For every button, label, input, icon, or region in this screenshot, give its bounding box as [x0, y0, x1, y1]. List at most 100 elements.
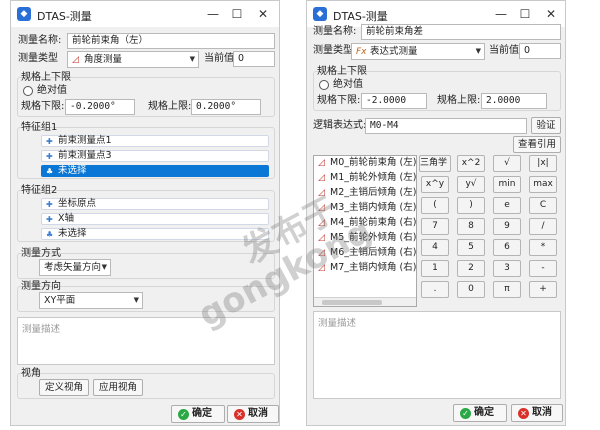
key-3-3[interactable]: /: [529, 218, 557, 235]
feature-group-2-title: 特征组2: [21, 185, 58, 196]
cancel-label: 取消: [248, 408, 268, 419]
measure-item-m2[interactable]: ◿ M2_主销后倾角 (左): [318, 186, 416, 200]
name-label: 测量名称:: [18, 35, 62, 46]
key-6-1[interactable]: 0: [457, 281, 485, 298]
expression-input[interactable]: M0-M4: [365, 118, 527, 134]
name-input[interactable]: 前轮前束角差: [361, 24, 561, 40]
key-0-0[interactable]: 三角学 ▾: [419, 155, 451, 172]
description-textarea[interactable]: 测量描述: [17, 317, 275, 365]
view-references-button[interactable]: 查看引用: [513, 136, 561, 153]
upper-limit-input[interactable]: 2.0000: [481, 93, 547, 109]
key-5-0[interactable]: 1: [421, 260, 449, 277]
feature1-item-2[interactable]: ✚ 前束测量点3: [41, 150, 269, 162]
key-5-3[interactable]: -: [529, 260, 557, 277]
key-0-2[interactable]: √: [493, 155, 521, 172]
measure-item-m0[interactable]: ◿ M0_前轮前束角 (左): [318, 156, 416, 170]
window-title: DTAS-测量: [333, 10, 388, 23]
app-logo-icon: ◆: [17, 7, 31, 21]
upper-limit-label: 规格上限:: [437, 95, 481, 106]
scrollbar-thumb[interactable]: [322, 300, 382, 305]
lower-limit-input[interactable]: -2.0000: [361, 93, 427, 109]
group-icon: ♣: [46, 167, 54, 176]
key-2-2[interactable]: e: [493, 197, 521, 214]
cancel-button[interactable]: ✕ 取消: [227, 405, 279, 423]
key-4-3[interactable]: *: [529, 239, 557, 256]
key-0-1[interactable]: x^2: [457, 155, 485, 172]
direction-select[interactable]: XY平面 ▼: [39, 292, 143, 309]
key-1-0[interactable]: x^y: [421, 176, 449, 193]
key-4-2[interactable]: 6: [493, 239, 521, 256]
type-select[interactable]: ◿ 角度测量 ▼: [67, 51, 199, 68]
feature1-item-1[interactable]: ✚ 前束测量点1: [41, 135, 269, 147]
upper-limit-label: 规格上限:: [148, 101, 192, 112]
feature2-item-2[interactable]: ✚ X轴: [41, 213, 269, 225]
feature1-item-3[interactable]: ♣ 未选择: [41, 165, 269, 177]
feature1-item-1-label: 前束测量点1: [58, 135, 112, 146]
chevron-down-icon: ▼: [101, 263, 107, 271]
key-2-1[interactable]: ): [457, 197, 485, 214]
minimize-button[interactable]: —: [493, 6, 509, 22]
name-input[interactable]: 前轮前束角（左）: [67, 33, 275, 49]
measure-dialog-expression: ◆ DTAS-测量 — ☐ ✕ 测量名称: 前轮前束角差 测量类型 Fx 表达式测…: [306, 0, 566, 426]
type-select[interactable]: Fx 表达式测量 ▼: [351, 43, 485, 60]
check-icon: ✓: [460, 408, 471, 419]
type-select-value: 角度测量: [84, 54, 123, 65]
key-6-0[interactable]: .: [421, 281, 449, 298]
key-4-0[interactable]: 4: [421, 239, 449, 256]
feature1-item-3-label: 未选择: [58, 165, 87, 176]
cancel-button[interactable]: ✕ 取消: [511, 404, 563, 422]
chevron-down-icon: ▼: [475, 47, 481, 55]
close-button[interactable]: ✕: [255, 6, 271, 22]
ok-label: 确定: [192, 408, 212, 419]
key-3-1[interactable]: 8: [457, 218, 485, 235]
key-6-3[interactable]: +: [529, 281, 557, 298]
cancel-icon: ✕: [518, 408, 529, 419]
absolute-radio[interactable]: [319, 80, 329, 90]
name-label: 测量名称:: [313, 26, 357, 37]
measure-item-m1[interactable]: ◿ M1_前轮外倾角 (左): [318, 171, 416, 185]
lower-limit-label: 规格下限:: [21, 101, 65, 112]
apply-view-button[interactable]: 应用视角: [93, 379, 143, 396]
key-3-2[interactable]: 9: [493, 218, 521, 235]
method-select-value: 考虑矢量方向: [44, 262, 102, 273]
key-1-1[interactable]: y√: [457, 176, 485, 193]
key-4-1[interactable]: 5: [457, 239, 485, 256]
maximize-button[interactable]: ☐: [517, 6, 533, 22]
key-2-3[interactable]: C: [529, 197, 557, 214]
close-button[interactable]: ✕: [543, 6, 559, 22]
upper-limit-input[interactable]: 0.2000°: [191, 99, 261, 115]
ok-button[interactable]: ✓ 确定: [453, 404, 507, 422]
lower-limit-label: 规格下限:: [317, 95, 361, 106]
key-1-3[interactable]: max: [529, 176, 557, 193]
minimize-button[interactable]: —: [205, 6, 221, 22]
check-icon: ✓: [178, 409, 189, 420]
define-view-button[interactable]: 定义视角: [39, 379, 89, 396]
method-select[interactable]: 考虑矢量方向 ▼: [39, 259, 111, 276]
lower-limit-input[interactable]: -0.2000°: [65, 99, 135, 115]
key-0-3[interactable]: |x|: [529, 155, 557, 172]
point-icon: ✚: [46, 152, 53, 161]
maximize-button[interactable]: ☐: [229, 6, 245, 22]
horizontal-scrollbar[interactable]: [314, 297, 416, 306]
direction-select-value: XY平面: [44, 295, 76, 306]
key-6-2[interactable]: π: [493, 281, 521, 298]
key-3-0[interactable]: 7: [421, 218, 449, 235]
view-group-title: 视角: [21, 368, 41, 379]
key-2-0[interactable]: (: [421, 197, 449, 214]
absolute-label: 绝对值: [37, 85, 67, 96]
key-1-2[interactable]: min: [493, 176, 521, 193]
feature1-item-2-label: 前束测量点3: [58, 150, 112, 161]
group-icon: ♣: [46, 230, 54, 239]
feature2-item-3-label: 未选择: [58, 228, 87, 239]
key-5-2[interactable]: 3: [493, 260, 521, 277]
description-textarea[interactable]: 测量描述: [313, 311, 561, 399]
measure-item-label: M0_前轮前束角 (左): [330, 157, 417, 168]
ok-button[interactable]: ✓ 确定: [171, 405, 225, 423]
angle-icon: ◿: [72, 55, 79, 65]
function-icon: Fx: [356, 47, 367, 57]
key-5-1[interactable]: 2: [457, 260, 485, 277]
absolute-radio[interactable]: [23, 86, 33, 96]
feature2-item-1[interactable]: ✚ 坐标原点: [41, 198, 269, 210]
window-title: DTAS-测量: [37, 10, 92, 23]
verify-button[interactable]: 验证: [531, 117, 561, 134]
